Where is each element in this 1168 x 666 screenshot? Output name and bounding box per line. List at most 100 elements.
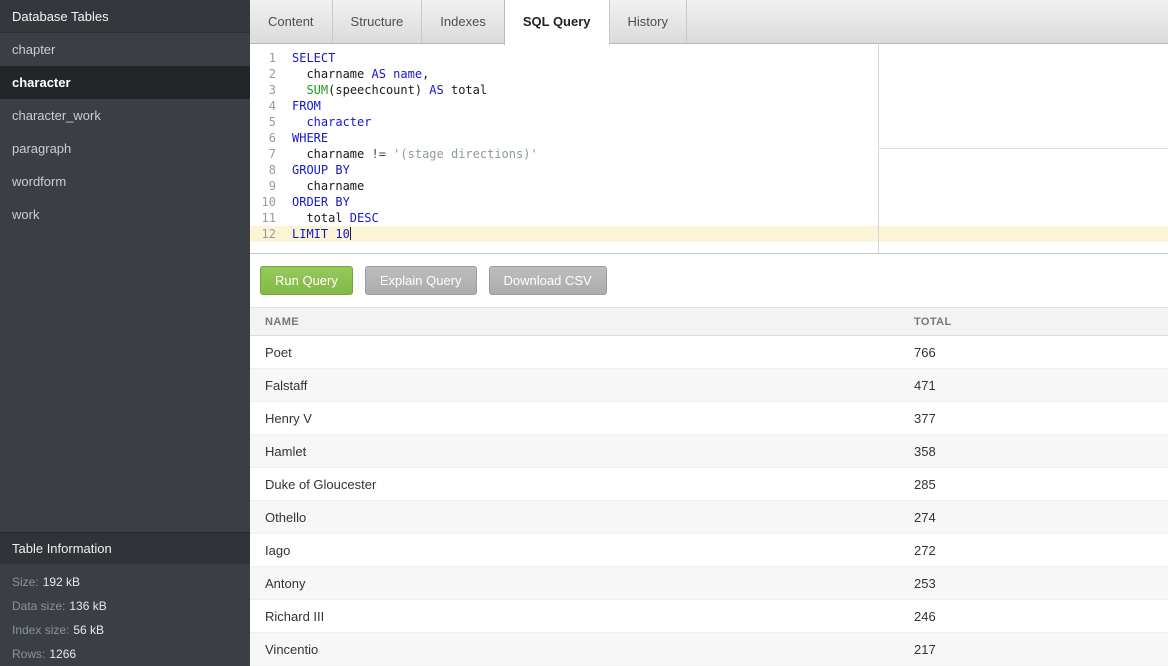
text-cursor: [350, 227, 351, 240]
token-str: '(stage directions)': [393, 147, 538, 161]
sidebar-item-wordform[interactable]: wordform: [0, 165, 250, 198]
info-row-size-: Size: 192 kB: [12, 570, 238, 594]
editor-line-3[interactable]: 3 SUM(speechcount) AS total: [250, 82, 1168, 98]
table-row[interactable]: Henry V377: [250, 402, 1168, 435]
cell-total: 217: [899, 633, 1168, 666]
line-number: 2: [250, 66, 286, 82]
line-number: 9: [250, 178, 286, 194]
line-code: charname: [286, 178, 364, 194]
editor-line-2[interactable]: 2 charname AS name,: [250, 66, 1168, 82]
info-row-index-size-: Index size:56 kB: [12, 618, 238, 642]
token-kw: ORDER BY: [292, 195, 350, 209]
line-number: 4: [250, 98, 286, 114]
cell-total: 377: [899, 402, 1168, 435]
table-row[interactable]: Poet766: [250, 336, 1168, 369]
token-pl: [292, 83, 306, 97]
editor-line-4[interactable]: 4 FROM: [250, 98, 1168, 114]
sidebar-header: Database Tables: [0, 0, 250, 33]
tab-structure[interactable]: Structure: [333, 0, 423, 43]
editor-line-11[interactable]: 11 total DESC: [250, 210, 1168, 226]
cell-total: 285: [899, 468, 1168, 501]
info-row-data-size-: Data size: 136 kB: [12, 594, 238, 618]
sidebar: Database Tables chaptercharactercharacte…: [0, 0, 250, 666]
column-header-total[interactable]: TOTAL: [899, 308, 1168, 336]
token-pl: charname: [292, 147, 371, 161]
explain-query-button[interactable]: Explain Query: [365, 266, 477, 295]
editor-line-9[interactable]: 9 charname: [250, 178, 1168, 194]
editor-line-8[interactable]: 8GROUP BY: [250, 162, 1168, 178]
token-kw: FROM: [292, 99, 321, 113]
tab-content[interactable]: Content: [250, 0, 333, 43]
column-header-name[interactable]: NAME: [250, 308, 899, 336]
table-row[interactable]: Vincentio217: [250, 633, 1168, 666]
info-label: Size:: [12, 575, 39, 589]
cell-total: 358: [899, 435, 1168, 468]
editor-divider-line: [878, 148, 1168, 149]
line-number: 8: [250, 162, 286, 178]
tab-history[interactable]: History: [610, 0, 687, 43]
table-row[interactable]: Iago272: [250, 534, 1168, 567]
cell-total: 471: [899, 369, 1168, 402]
token-kw: SELECT: [292, 51, 335, 65]
info-label: Data size:: [12, 599, 65, 613]
token-num: 10: [335, 227, 349, 241]
cell-name: Henry V: [250, 402, 899, 435]
token-pl: charname: [292, 67, 371, 81]
cell-name: Antony: [250, 567, 899, 600]
token-pl: ,: [422, 67, 429, 81]
token-pl: (speechcount): [328, 83, 429, 97]
line-code: LIMIT 10: [286, 226, 351, 242]
token-op: !=: [371, 147, 385, 161]
sidebar-item-character[interactable]: character: [0, 66, 250, 99]
token-pl: total: [292, 211, 350, 225]
table-row[interactable]: Falstaff471: [250, 369, 1168, 402]
token-kw: WHERE: [292, 131, 328, 145]
editor-line-6[interactable]: 6 WHERE: [250, 130, 1168, 146]
sidebar-item-paragraph[interactable]: paragraph: [0, 132, 250, 165]
table-row[interactable]: Othello274: [250, 501, 1168, 534]
line-number: 10: [250, 194, 286, 210]
editor-line-5[interactable]: 5 character: [250, 114, 1168, 130]
cell-name: Othello: [250, 501, 899, 534]
sidebar-item-chapter[interactable]: chapter: [0, 33, 250, 66]
editor-line-1[interactable]: 1SELECT: [250, 50, 1168, 66]
token-kw: LIMIT: [292, 227, 328, 241]
line-code: SUM(speechcount) AS total: [286, 82, 487, 98]
token-pl: charname: [292, 179, 364, 193]
line-number: 11: [250, 210, 286, 226]
cell-name: Richard III: [250, 600, 899, 633]
line-code: charname AS name,: [286, 66, 429, 82]
tab-bar: ContentStructureIndexesSQL QueryHistory: [250, 0, 1168, 44]
table-row[interactable]: Hamlet358: [250, 435, 1168, 468]
editor-line-10[interactable]: 10 ORDER BY: [250, 194, 1168, 210]
sql-editor[interactable]: 1SELECT2 charname AS name,3 SUM(speechco…: [250, 44, 1168, 254]
editor-line-12[interactable]: 12LIMIT 10: [250, 226, 1168, 242]
info-value: 136 kB: [69, 599, 106, 613]
sidebar-item-character-work[interactable]: character_work: [0, 99, 250, 132]
line-number: 7: [250, 146, 286, 162]
line-number: 6: [250, 130, 286, 146]
token-kw: name: [393, 67, 422, 81]
table-row[interactable]: Duke of Gloucester285: [250, 468, 1168, 501]
tab-sql-query[interactable]: SQL Query: [504, 0, 610, 45]
cell-total: 272: [899, 534, 1168, 567]
cell-name: Falstaff: [250, 369, 899, 402]
sidebar-spacer: [0, 231, 250, 532]
sidebar-item-work[interactable]: work: [0, 198, 250, 231]
run-query-button[interactable]: Run Query: [260, 266, 353, 295]
table-row[interactable]: Antony253: [250, 567, 1168, 600]
tab-indexes[interactable]: Indexes: [422, 0, 505, 43]
token-pl: total: [444, 83, 487, 97]
line-number: 12: [250, 226, 286, 242]
info-value: 192 kB: [43, 575, 80, 589]
table-row[interactable]: Richard III246: [250, 600, 1168, 633]
download-csv-button[interactable]: Download CSV: [489, 266, 607, 295]
table-information-header: Table Information: [0, 532, 250, 564]
cell-total: 766: [899, 336, 1168, 369]
line-code: FROM: [286, 98, 321, 114]
info-value: 1266: [49, 647, 76, 661]
main-area: ContentStructureIndexesSQL QueryHistory …: [250, 0, 1168, 666]
token-kw: DESC: [350, 211, 379, 225]
line-number: 3: [250, 82, 286, 98]
results-table: NAMETOTAL Poet766Falstaff471Henry V377Ha…: [250, 307, 1168, 666]
